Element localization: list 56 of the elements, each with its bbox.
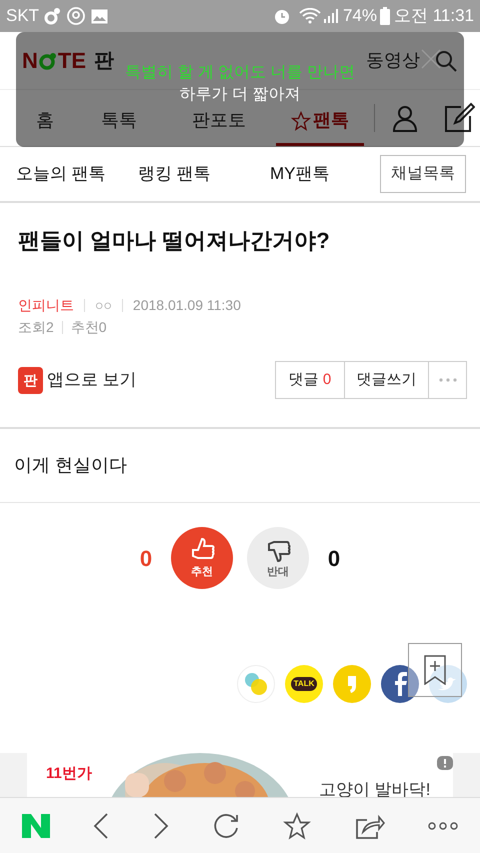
channel-list-button[interactable]: 채널목록 [380,155,466,193]
star-icon [291,110,311,130]
channel-link[interactable]: 인피니트 [18,295,74,315]
post-body: 이게 현실이다 [14,454,128,477]
view-count: 조회2 [18,318,54,337]
star-icon[interactable] [283,812,312,840]
section-title: 판 [94,48,114,74]
ad-brand: 11번가 [46,764,92,784]
post-title: 팬들이 얼마나 떨어져나간거야? [18,227,331,255]
app-view-link[interactable]: 판 앱으로 보기 [18,366,137,394]
battery-percent: 74% [342,5,377,28]
comments-button[interactable]: 댓글 0 [276,362,344,398]
kakaotalk-icon[interactable]: TALK [285,665,323,703]
subnav-link[interactable]: 오늘의 팬톡 [16,161,138,187]
clock: 오전 11:31 [394,5,474,28]
subnav-link[interactable]: MY팬톡 [270,161,378,187]
facebook-icon[interactable] [381,665,419,703]
post-date: 2018.01.09 11:30 [132,296,241,315]
video-link[interactable]: 동영상 [366,47,420,74]
nav-tab[interactable]: 톡톡 [76,106,162,146]
alarm-icon [272,7,291,25]
notification-icon [43,7,62,25]
nav-tab[interactable]: 판포토 [162,106,276,146]
info-icon[interactable] [437,756,453,770]
recommend-score: 0 [138,544,154,572]
author: ○○ [95,296,112,315]
back-icon[interactable] [93,812,110,840]
recommend-count: 추천0 [70,318,107,337]
notification-text: 하루가 더 짧아져 [180,85,300,105]
nate-logo[interactable]: N TE [22,50,86,72]
twitter-icon[interactable] [429,665,467,703]
notification-text: 특별히 할 게 없어도 너를 만나면 [124,63,356,83]
nav-tab[interactable]: 홈 [14,106,76,146]
nav-tab[interactable]: 팬톡 [276,106,364,146]
edit-icon[interactable] [443,102,475,134]
oppose-score: 0 [326,544,342,572]
g-circle-icon [67,7,86,25]
battery-icon [380,7,390,25]
app-icon: 판 [18,366,43,394]
more-icon [438,378,456,382]
search-icon[interactable] [434,48,458,72]
bookmark-add-button[interactable] [408,643,462,697]
signal-icon [322,8,339,24]
bookmark-plus-icon [424,655,446,685]
write-comment-button[interactable]: 댓글쓰기 [344,362,428,398]
person-icon[interactable] [391,104,419,132]
forward-icon[interactable] [152,812,169,840]
subnav-link[interactable]: 랭킹 팬톡 [138,161,270,187]
close-icon[interactable] [420,48,442,70]
recommend-button[interactable]: 추천 [171,527,233,589]
carrier: SKT [6,5,40,28]
wifi-icon [298,8,321,24]
more-icon[interactable] [428,822,458,830]
oppose-button[interactable]: 반대 [247,527,309,589]
image-icon [91,8,108,24]
refresh-icon[interactable] [212,812,240,840]
